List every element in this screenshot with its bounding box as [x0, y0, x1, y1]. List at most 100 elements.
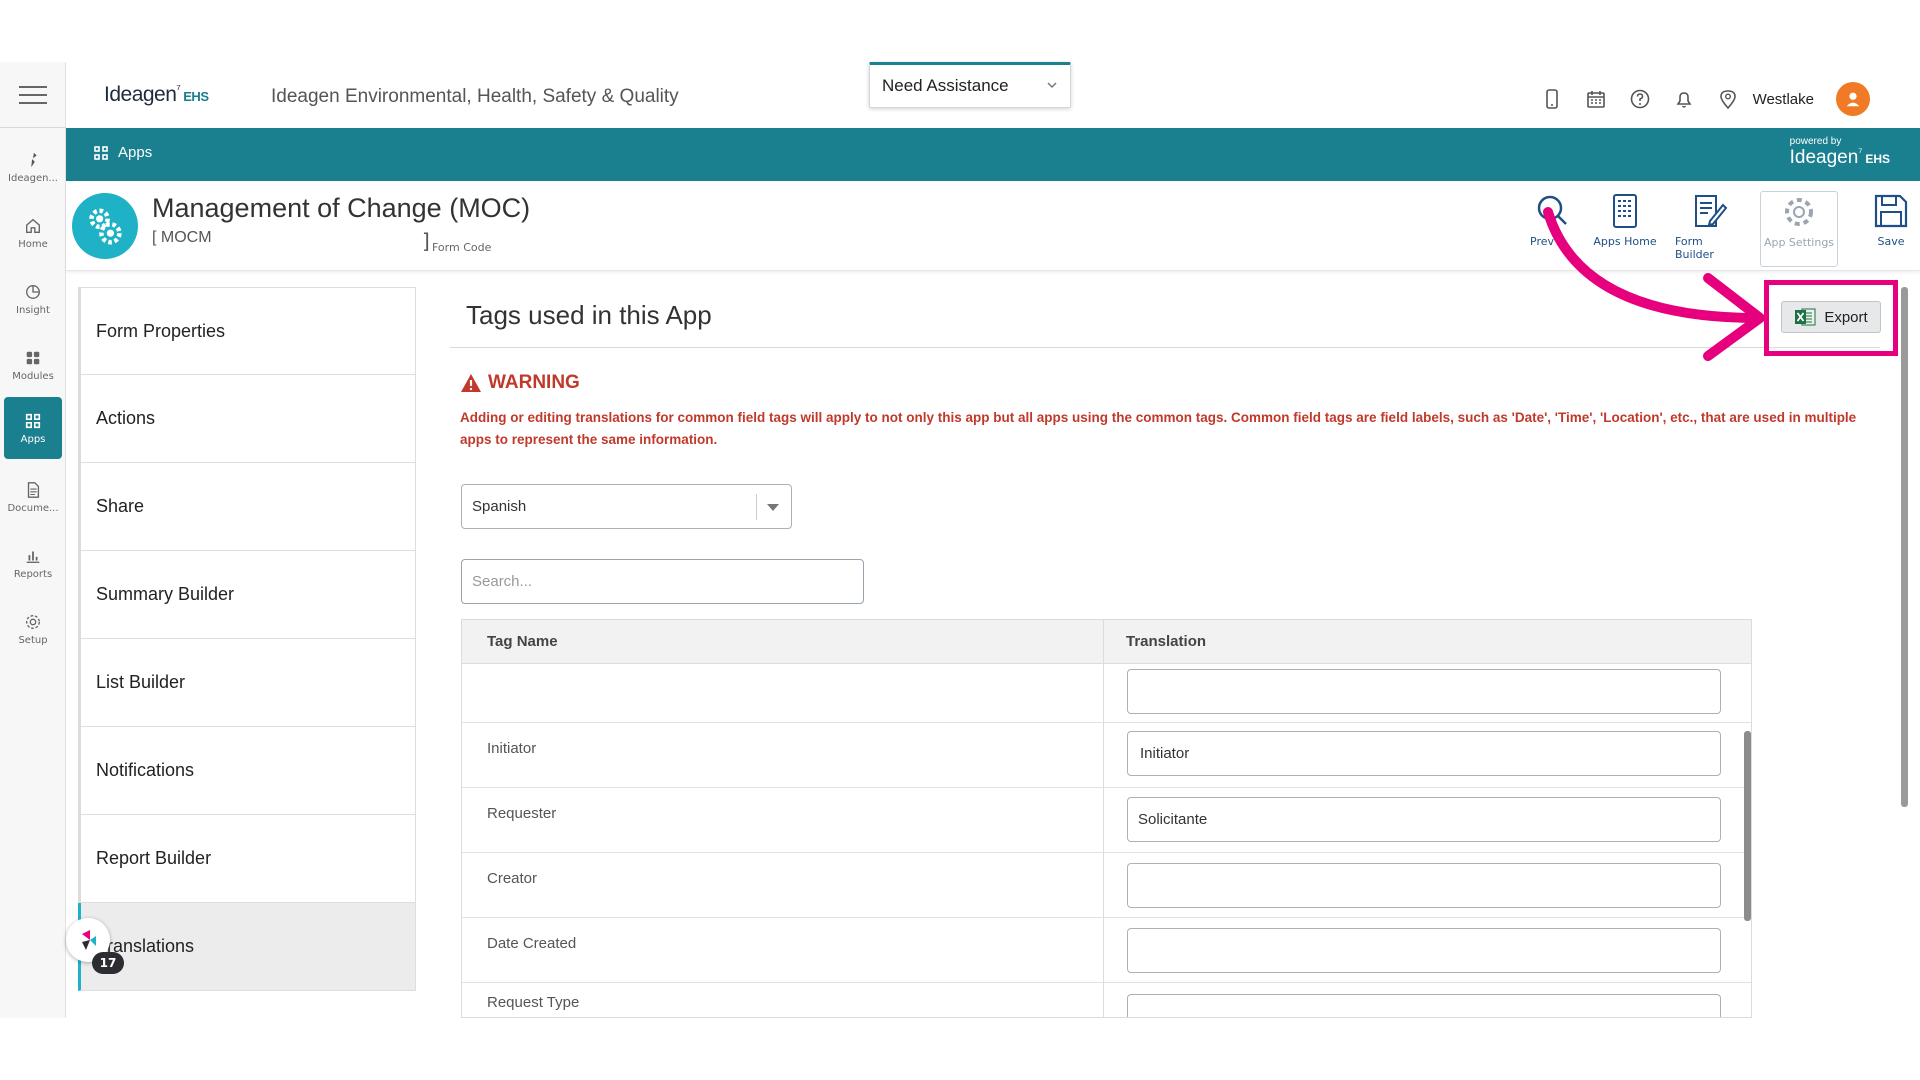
- translation-input[interactable]: [1127, 863, 1721, 908]
- app-settings-button[interactable]: App Settings: [1760, 191, 1838, 267]
- menu-item-share[interactable]: Share: [78, 463, 416, 551]
- tag-name: Requester: [487, 805, 557, 822]
- hamburger-menu-icon[interactable]: [0, 62, 66, 128]
- reports-icon: [26, 551, 40, 563]
- table-row: Creator: [462, 853, 1751, 918]
- rail-item-label: Ideagen...: [8, 172, 58, 184]
- menu-item-report-builder[interactable]: Report Builder: [78, 815, 416, 903]
- form-builder-label: Form Builder: [1675, 235, 1714, 261]
- title-divider: [450, 347, 1880, 348]
- menu-item-summary-builder[interactable]: Summary Builder: [78, 551, 416, 639]
- form-code-label: Form Code: [432, 241, 492, 254]
- tags-table: Tag Name Translation Initiator Requester…: [461, 619, 1752, 1018]
- rail-item-label: Docume...: [7, 502, 59, 514]
- magnifier-icon: [1537, 195, 1567, 225]
- apps-home-label: Apps Home: [1593, 235, 1657, 248]
- location-pin-icon[interactable]: [1717, 88, 1739, 110]
- menu-item-list-builder[interactable]: List Builder: [78, 639, 416, 727]
- menu-item-notifications[interactable]: Notifications: [78, 727, 416, 815]
- translation-input[interactable]: [1127, 797, 1721, 842]
- column-header-translation[interactable]: Translation: [1126, 633, 1206, 650]
- mobile-icon[interactable]: [1541, 88, 1563, 110]
- select-divider: [756, 494, 757, 520]
- table-row: Date Created: [462, 918, 1751, 983]
- caret-down-icon: [767, 504, 779, 511]
- form-builder-icon: [1695, 195, 1728, 227]
- translation-input[interactable]: [1127, 669, 1721, 714]
- module-header: Management of Change (MOC) [ MOCM ] Form…: [66, 181, 1920, 271]
- breadcrumb-bar: Apps powered by Ideagen⁷ EHS: [66, 128, 1920, 181]
- form-code-value: [ MOCM: [152, 229, 212, 246]
- insight-icon: [26, 284, 40, 299]
- ideagen-logo[interactable]: Ideagen⁷ EHS: [104, 82, 209, 107]
- page-scrollbar[interactable]: [1901, 287, 1908, 807]
- module-title: Management of Change (MOC): [152, 193, 531, 223]
- bell-icon[interactable]: [1673, 88, 1695, 110]
- column-header-tag-name[interactable]: Tag Name: [487, 633, 558, 650]
- translation-input[interactable]: [1127, 994, 1721, 1017]
- logo-text: Ideagen: [104, 83, 177, 106]
- rail-item-setup[interactable]: Setup: [0, 598, 66, 660]
- rail-item-reports[interactable]: Reports: [0, 532, 66, 594]
- table-row: Requester: [462, 788, 1751, 853]
- screen: Ideagen... Home Insight Modules Apps Doc…: [0, 0, 1920, 1080]
- rail-divider: [0, 127, 66, 128]
- menu-item-translations[interactable]: ranslations: [78, 903, 416, 991]
- app-title: Ideagen Environmental, Health, Safety & …: [271, 86, 679, 107]
- breadcrumb[interactable]: Apps: [94, 144, 152, 161]
- preview-button[interactable]: Prev: [1518, 191, 1588, 267]
- powered-logo-text: Ideagen: [1789, 147, 1859, 169]
- form-builder-button[interactable]: Form Builder: [1675, 191, 1745, 267]
- calendar-icon[interactable]: [1585, 88, 1607, 110]
- user-icon: [1846, 92, 1860, 107]
- avatar[interactable]: [1836, 82, 1870, 116]
- table-header: Tag Name Translation: [462, 620, 1751, 664]
- powered-by-text: powered by: [1789, 136, 1842, 147]
- excel-icon: [1795, 308, 1816, 326]
- warning-icon: [461, 374, 481, 392]
- modules-icon: [26, 351, 40, 364]
- notification-count-badge: 17: [92, 952, 124, 974]
- table-row: [462, 664, 1751, 723]
- language-value: Spanish: [472, 498, 527, 515]
- powered-by-logo: powered by Ideagen⁷ EHS: [1789, 136, 1890, 169]
- menu-item-form-properties[interactable]: Form Properties: [78, 287, 416, 375]
- rail-item-label: Reports: [13, 568, 53, 580]
- tag-name: Date Created: [487, 935, 577, 952]
- form-code-bracket: ]: [422, 229, 430, 253]
- rail-item-documents[interactable]: Docume...: [0, 466, 66, 528]
- translations-panel: Tags used in this App Export WARNING Add…: [450, 280, 1900, 1018]
- top-header: Ideagen⁷ EHS Ideagen Environmental, Healt…: [66, 62, 1920, 128]
- translation-input[interactable]: [1127, 928, 1721, 973]
- panel-title: Tags used in this App: [466, 300, 712, 330]
- table-scrollbar-thumb[interactable]: [1744, 731, 1751, 921]
- save-icon: [1874, 194, 1908, 228]
- need-assistance-dropdown[interactable]: Need Assistance: [869, 62, 1071, 108]
- rail-item-label: Modules: [12, 370, 54, 382]
- rail-item-apps[interactable]: Apps: [4, 397, 62, 459]
- language-select[interactable]: Spanish: [461, 484, 792, 529]
- table-scrollbar[interactable]: [1744, 731, 1751, 991]
- breadcrumb-label: Apps: [118, 144, 153, 161]
- search-input[interactable]: [461, 559, 864, 604]
- help-icon[interactable]: [1629, 88, 1651, 110]
- rail-item-home[interactable]: Home: [0, 202, 66, 264]
- rail-item-label: Home: [18, 238, 48, 250]
- rail-item-insight[interactable]: Insight: [0, 268, 66, 330]
- ideagen-icon: [31, 152, 37, 167]
- warning-title: WARNING: [488, 372, 580, 393]
- need-assistance-label: Need Assistance: [882, 76, 1009, 95]
- export-button[interactable]: Export: [1781, 301, 1881, 333]
- translation-input[interactable]: [1127, 731, 1721, 776]
- rail-item-label: Apps: [20, 433, 46, 445]
- location-label[interactable]: Westlake: [1753, 91, 1814, 108]
- rail-item-ideagen[interactable]: Ideagen...: [0, 136, 66, 198]
- rail-item-modules[interactable]: Modules: [0, 334, 66, 396]
- save-button[interactable]: Save: [1856, 191, 1920, 267]
- save-label: Save: [1877, 235, 1905, 248]
- apps-home-button[interactable]: Apps Home: [1590, 191, 1660, 267]
- chevron-down-icon: [1047, 82, 1057, 89]
- powered-logo-suffix: EHS: [1865, 152, 1890, 167]
- rail-item-label: Insight: [16, 304, 50, 316]
- menu-item-actions[interactable]: Actions: [78, 375, 416, 463]
